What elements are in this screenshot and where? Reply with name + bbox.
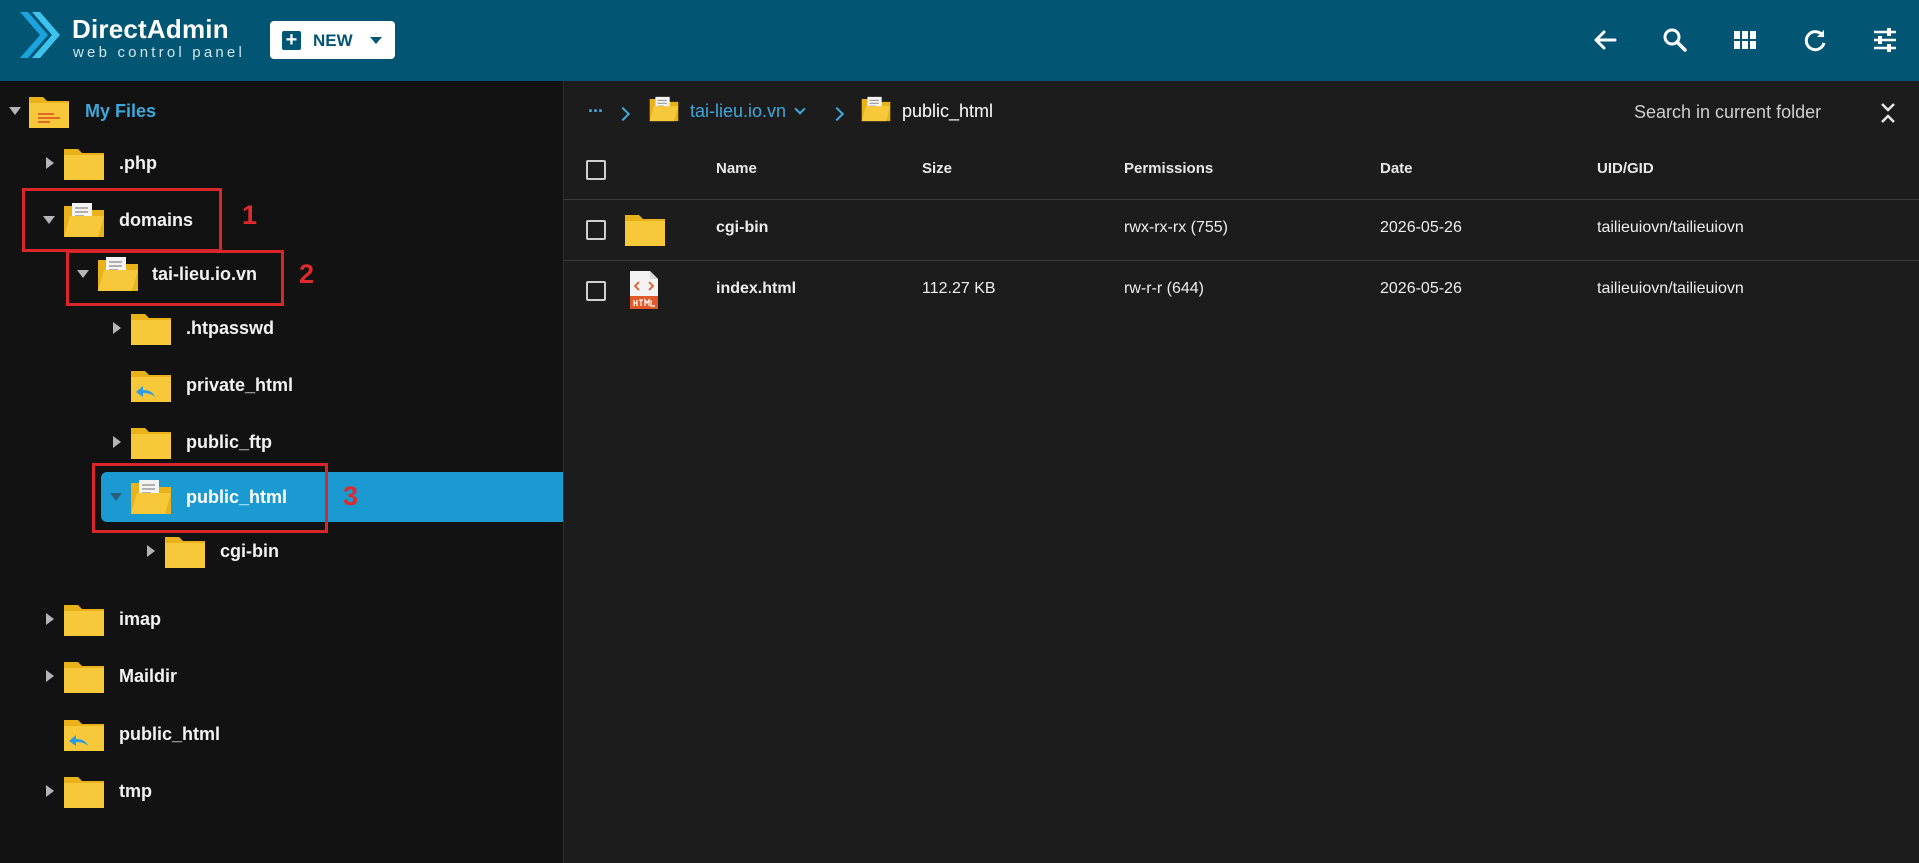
file-permissions: rwx-rx-rx (755): [1124, 219, 1228, 236]
expand-arrow-icon[interactable]: [147, 545, 155, 557]
breadcrumb-chevron-icon: [615, 106, 631, 122]
column-header-name[interactable]: Name: [716, 160, 757, 177]
annotation-number-1: 1: [242, 200, 258, 230]
expand-arrow-icon[interactable]: [46, 785, 54, 797]
annotation-box-3: [92, 463, 328, 533]
tree-item-label: cgi-bin: [220, 541, 279, 561]
file-name[interactable]: cgi-bin: [716, 219, 768, 237]
tree-item-imap[interactable]: imap: [0, 594, 560, 644]
tree-item-cgi-bin[interactable]: cgi-bin: [0, 526, 560, 576]
caret-down-icon: [370, 37, 382, 44]
folder-icon: [63, 144, 105, 182]
file-list-panel: ... tai-lieu.io.vn public_html Search in…: [564, 81, 1919, 863]
breadcrumb-domain[interactable]: tai-lieu.io.vn: [690, 101, 786, 122]
open-folder-icon: [861, 94, 891, 124]
collapse-arrow-icon[interactable]: [9, 107, 21, 115]
expand-arrow-icon[interactable]: [113, 322, 121, 334]
expand-arrow-icon[interactable]: [46, 157, 54, 169]
open-folder-icon: [649, 94, 679, 124]
tree-item-label: public_html: [119, 724, 221, 744]
html-file-icon: [630, 271, 658, 309]
tree-item-private-html[interactable]: private_html: [0, 360, 560, 410]
file-name[interactable]: index.html: [716, 280, 796, 298]
search-icon[interactable]: [1661, 26, 1689, 54]
expand-arrow-icon[interactable]: [46, 613, 54, 625]
back-arrow-icon[interactable]: [1591, 26, 1619, 54]
file-uid-gid: tailieuiovn/tailieuiovn: [1597, 219, 1744, 236]
tree-item-public-html-link[interactable]: public_html: [0, 709, 560, 759]
row-checkbox[interactable]: [586, 220, 606, 240]
directadmin-logo-icon: [20, 12, 60, 58]
file-date: 2026-05-26: [1380, 219, 1462, 236]
search-current-folder[interactable]: Search in current folder: [1634, 102, 1821, 123]
tree-item-label: .php: [119, 153, 157, 173]
grid-view-icon[interactable]: [1731, 26, 1759, 54]
folder-icon: [130, 309, 172, 347]
annotation-box-1: [22, 188, 222, 252]
annotation-number-2: 2: [299, 259, 315, 289]
row-checkbox[interactable]: [586, 281, 606, 301]
settings-sliders-icon[interactable]: [1871, 26, 1899, 54]
brand-subtitle: web control panel: [73, 44, 245, 61]
tree-root-label: My Files: [85, 101, 157, 121]
refresh-icon[interactable]: [1801, 26, 1829, 54]
tree-item-label: imap: [119, 609, 162, 629]
table-row[interactable]: index.html 112.27 KB rw-r-r (644) 2026-0…: [564, 261, 1919, 321]
folder-icon: [63, 772, 105, 810]
folder-icon: [63, 657, 105, 695]
expand-arrow-icon[interactable]: [46, 670, 54, 682]
tree-item-tmp[interactable]: tmp: [0, 766, 560, 816]
tree-item-label: tmp: [119, 781, 152, 801]
tree-item-label: public_ftp: [186, 432, 272, 452]
collapse-icon[interactable]: [1874, 99, 1902, 127]
tree-root-my-files[interactable]: My Files: [0, 86, 560, 136]
tree-item-label: private_html: [186, 375, 294, 395]
table-row[interactable]: cgi-bin rwx-rx-rx (755) 2026-05-26 taili…: [564, 200, 1919, 260]
folder-icon: [130, 423, 172, 461]
plus-icon: +: [282, 30, 301, 50]
file-size: 112.27 KB: [922, 280, 996, 297]
folder-icon: [164, 532, 206, 570]
linked-folder-icon: [130, 366, 172, 404]
tree-item-public-ftp[interactable]: public_ftp: [0, 417, 560, 467]
expand-arrow-icon[interactable]: [113, 436, 121, 448]
annotation-number-3: 3: [343, 481, 359, 511]
new-button-label: NEW: [313, 31, 353, 50]
annotation-box-2: [66, 250, 284, 306]
chevron-down-icon[interactable]: [794, 103, 806, 115]
tree-item-php[interactable]: .php: [0, 138, 560, 188]
folder-tree-sidebar: My Files .php domains tai-lieu.io.vn .ht…: [0, 81, 564, 863]
file-uid-gid: tailieuiovn/tailieuiovn: [1597, 280, 1744, 297]
breadcrumb-current: public_html: [902, 101, 994, 121]
tree-item-maildir[interactable]: Maildir: [0, 651, 560, 701]
breadcrumb-ellipsis[interactable]: ...: [588, 96, 603, 117]
file-permissions: rw-r-r (644): [1124, 280, 1204, 297]
directadmin-logo[interactable]: DirectAdmin web control panel: [18, 10, 248, 70]
home-folder-icon: [28, 92, 70, 130]
tree-item-label: Maildir: [119, 666, 178, 686]
tree-item-label: .htpasswd: [186, 318, 275, 338]
new-button[interactable]: + NEW: [270, 21, 395, 59]
linked-folder-icon: [63, 715, 105, 753]
tree-item-htpasswd[interactable]: .htpasswd: [0, 303, 560, 353]
brand-title: DirectAdmin: [72, 14, 229, 44]
file-date: 2026-05-26: [1380, 280, 1462, 297]
breadcrumb-chevron-icon: [829, 106, 845, 122]
select-all-checkbox[interactable]: [586, 160, 606, 180]
column-header-size[interactable]: Size: [922, 160, 952, 177]
folder-icon: [63, 600, 105, 638]
column-header-date[interactable]: Date: [1380, 160, 1413, 177]
column-header-permissions[interactable]: Permissions: [1124, 160, 1213, 177]
folder-icon: [624, 210, 666, 248]
column-header-uid-gid[interactable]: UID/GID: [1597, 160, 1654, 177]
top-header-bar: DirectAdmin web control panel + NEW: [0, 0, 1919, 81]
